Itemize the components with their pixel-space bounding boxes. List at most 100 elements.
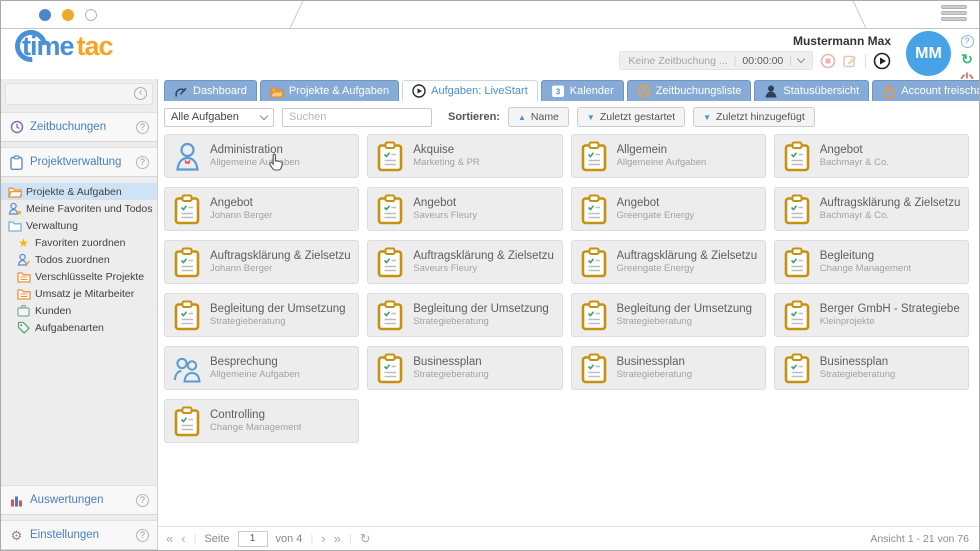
revenue-folder-icon [16, 288, 31, 300]
prev-page-button[interactable]: ‹ [181, 531, 185, 546]
task-title: Begleitung [820, 249, 911, 263]
task-card-angebot[interactable]: AngebotSaveurs Fleury [367, 187, 562, 231]
task-card-auftragsklärung-zielsetzung[interactable]: Auftragsklärung & ZielsetzungSaveurs Fle… [367, 240, 562, 284]
clipboard-icon [580, 194, 608, 225]
star-icon: ★ [16, 237, 31, 249]
window-dot-white[interactable] [85, 9, 97, 21]
timetac-logo[interactable]: time tac [15, 30, 113, 62]
sidebar: ‹ Zeitbuchungen? Projektverwaltung? Proje… [1, 79, 158, 550]
task-subtitle: Strategieberatung [413, 369, 489, 381]
task-card-angebot[interactable]: AngebotGreengate Energy [571, 187, 766, 231]
tab-zeitbuchungsliste[interactable]: Zeitbuchungsliste [627, 80, 752, 101]
task-card-administration[interactable]: AdministrationAllgemeine Aufgaben [164, 134, 359, 178]
task-card-allgemein[interactable]: AllgemeinAllgemeine Aufgaben [571, 134, 766, 178]
task-title: Besprechung [210, 355, 300, 369]
task-card-akquise[interactable]: AkquiseMarketing & PR [367, 134, 562, 178]
task-card-auftragsklärung-zielsetzung[interactable]: Auftragsklärung & ZielsetzungJohann Berg… [164, 240, 359, 284]
refresh-icon[interactable]: ↻ [961, 53, 973, 66]
sidebar-item-verwaltung[interactable]: Verwaltung [1, 217, 157, 234]
help-icon[interactable]: ? [961, 35, 974, 48]
clock-purple-icon [9, 120, 24, 134]
tab-label: Projekte & Aufgaben [289, 85, 389, 97]
view-range-label: Ansicht 1 - 21 von 76 [870, 533, 969, 545]
help-icon[interactable]: ? [136, 121, 149, 134]
calendar-icon: 3 [551, 84, 565, 98]
edit-timer-icon[interactable] [843, 53, 858, 68]
reload-list-icon[interactable]: ↻ [360, 531, 371, 547]
task-card-businessplan[interactable]: BusinessplanStrategieberatung [571, 346, 766, 390]
person-todo-icon [16, 253, 31, 266]
task-subtitle: Bachmayr & Co. [820, 157, 889, 169]
sort-button-zuletzt-gestartet[interactable]: ▼Zuletzt gestartet [577, 107, 685, 127]
help-icon[interactable]: ? [136, 529, 149, 542]
sidebar-item-kunden[interactable]: Kunden [1, 302, 157, 319]
task-card-begleitung-der-umsetzung[interactable]: Begleitung der UmsetzungStrategieberatun… [367, 293, 562, 337]
clipboard-icon [580, 141, 608, 172]
person-dark-icon [764, 84, 778, 98]
page-number-input[interactable] [238, 531, 268, 547]
sidebar-section-einstellungen[interactable]: ⚙Einstellungen? [1, 520, 157, 550]
clipboard-icon [580, 300, 608, 331]
sort-button-name[interactable]: ▲Name [508, 107, 569, 127]
task-card-businessplan[interactable]: BusinessplanStrategieberatung [367, 346, 562, 390]
user-name: Mustermann Max [793, 34, 891, 48]
start-timer-icon[interactable] [873, 52, 891, 70]
sidebar-item-umsatz-je-mitarbeiter[interactable]: Umsatz je Mitarbeiter [1, 285, 157, 302]
task-card-businessplan[interactable]: BusinessplanStrategieberatung [774, 346, 969, 390]
tab-aufgaben-livestart[interactable]: Aufgaben: LiveStart [402, 80, 538, 101]
task-card-begleitung-der-umsetzung[interactable]: Begleitung der UmsetzungStrategieberatun… [164, 293, 359, 337]
collapse-sidebar-icon[interactable]: ‹ [134, 87, 147, 100]
clipboard-icon [173, 406, 201, 437]
sidebar-item-aufgabenarten[interactable]: Aufgabenarten [1, 319, 157, 336]
search-input[interactable] [282, 108, 432, 127]
next-page-button[interactable]: › [321, 531, 325, 546]
timer-selector[interactable]: Keine Zeitbuchung ... | 00:00:00 | [619, 51, 813, 70]
help-icon[interactable]: ? [136, 156, 149, 169]
sort-button-zuletzt-hinzugefügt[interactable]: ▼Zuletzt hinzugefügt [693, 107, 815, 127]
task-title: Angebot [820, 143, 889, 157]
task-filter-select[interactable]: Alle Aufgaben [164, 108, 274, 127]
sidebar-item-todos-zuordnen[interactable]: Todos zuordnen [1, 251, 157, 268]
sidebar-section-zeitbuchungen[interactable]: Zeitbuchungen? [1, 112, 157, 142]
task-card-angebot[interactable]: AngebotJohann Berger [164, 187, 359, 231]
help-icon[interactable]: ? [136, 494, 149, 507]
task-title: Begleitung der Umsetzung [617, 302, 753, 316]
tab-statusübersicht[interactable]: Statusübersicht [754, 80, 869, 101]
task-card-auftragsklärung-zielsetzung[interactable]: Auftragsklärung & ZielsetzungGreengate E… [571, 240, 766, 284]
sidebar-section-projektverwaltung[interactable]: Projektverwaltung? [1, 147, 157, 177]
task-title: Berger GmbH - Strategieberatung [820, 302, 960, 316]
task-subtitle: Change Management [820, 263, 911, 275]
task-card-begleitung[interactable]: BegleitungChange Management [774, 240, 969, 284]
last-page-button[interactable]: » [334, 531, 341, 546]
svg-text:★: ★ [16, 208, 22, 215]
clipboard-icon [580, 353, 608, 384]
first-page-button[interactable]: « [166, 531, 173, 546]
sidebar-item-favoriten-zuordnen[interactable]: ★Favoriten zuordnen [1, 234, 157, 251]
tab-account-freischalten[interactable]: Account freischalten [872, 80, 979, 101]
clipboard-icon [783, 300, 811, 331]
tab-dashboard[interactable]: Dashboard [164, 80, 257, 101]
sidebar-item-meine-favoriten-und-todos[interactable]: ★Meine Favoriten und Todos [1, 200, 157, 217]
task-card-berger-gmbh-strategieberatung[interactable]: Berger GmbH - StrategieberatungKleinproj… [774, 293, 969, 337]
window-dot-yellow[interactable] [62, 9, 74, 21]
task-subtitle: Johann Berger [210, 263, 350, 275]
task-title: Businessplan [413, 355, 489, 369]
task-card-auftragsklärung-zielsetzung[interactable]: Auftragsklärung & ZielsetzungBachmayr & … [774, 187, 969, 231]
avatar[interactable]: MM [906, 31, 951, 76]
sidebar-collapse-bar[interactable]: ‹ [5, 83, 153, 105]
chevron-down-icon [260, 111, 268, 119]
sidebar-item-projekte-aufgaben[interactable]: Projekte & Aufgaben [1, 183, 157, 200]
tab-projekte-aufgaben[interactable]: Projekte & Aufgaben [260, 80, 399, 101]
task-card-controlling[interactable]: ControllingChange Management [164, 399, 359, 443]
window-dot-blue[interactable] [39, 9, 51, 21]
tab-bar: Dashboard Projekte & Aufgaben Aufgaben: Li… [164, 80, 979, 101]
hamburger-menu-icon[interactable] [941, 5, 967, 23]
task-card-angebot[interactable]: AngebotBachmayr & Co. [774, 134, 969, 178]
tab-kalender[interactable]: 3Kalender [541, 80, 624, 101]
sidebar-item-verschlüsselte-projekte[interactable]: Verschlüsselte Projekte [1, 268, 157, 285]
task-card-besprechung[interactable]: BesprechungAllgemeine Aufgaben [164, 346, 359, 390]
chevron-down-icon[interactable] [797, 55, 805, 63]
sidebar-section-auswertungen[interactable]: Auswertungen? [1, 485, 157, 515]
task-card-begleitung-der-umsetzung[interactable]: Begleitung der UmsetzungStrategieberatun… [571, 293, 766, 337]
stop-timer-icon[interactable] [820, 53, 836, 69]
